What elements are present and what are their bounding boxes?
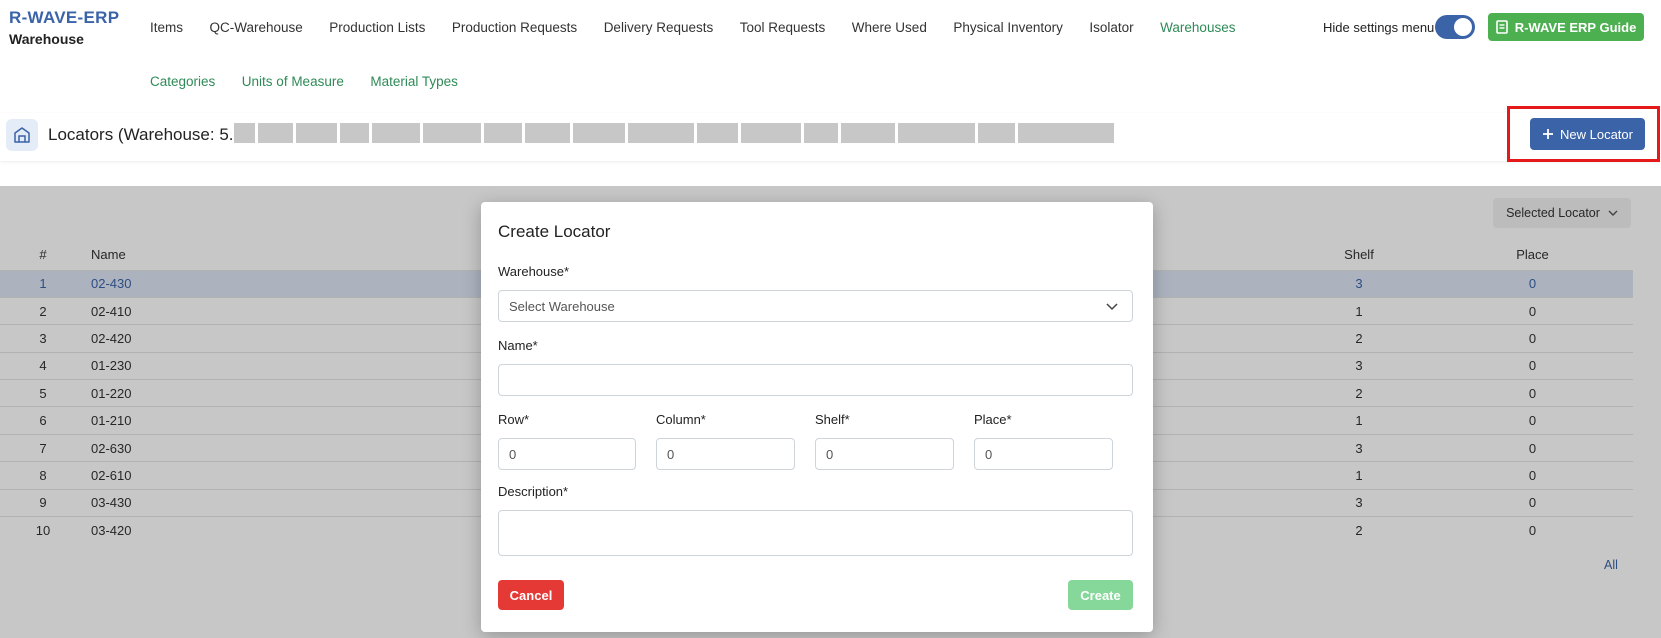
redacted-warehouse-name (234, 123, 1114, 143)
description-textarea[interactable] (498, 510, 1133, 556)
toggle-knob (1454, 18, 1472, 36)
new-locator-button[interactable]: New Locator (1530, 118, 1645, 150)
nav-warehouses[interactable]: Warehouses (1160, 20, 1235, 35)
create-button[interactable]: Create (1068, 580, 1133, 610)
nav-delivery-requests[interactable]: Delivery Requests (604, 20, 714, 35)
top-navbar: R-WAVE-ERP Warehouse Items QC-Warehouse … (0, 0, 1661, 110)
plus-icon (1543, 129, 1553, 139)
warehouse-icon (6, 119, 38, 151)
nav-physical-inventory[interactable]: Physical Inventory (953, 20, 1063, 35)
nav-production-requests[interactable]: Production Requests (452, 20, 577, 35)
nav-isolator[interactable]: Isolator (1089, 20, 1133, 35)
warehouse-label: Warehouse* (498, 264, 570, 279)
column-input[interactable]: 0 (656, 438, 795, 470)
warehouse-select-value: Select Warehouse (509, 298, 615, 314)
row-input[interactable]: 0 (498, 438, 636, 470)
brand-subtitle: Warehouse (9, 31, 84, 47)
row-label: Row* (498, 412, 530, 427)
modal-title: Create Locator (498, 222, 611, 241)
nav-qc-warehouse[interactable]: QC-Warehouse (210, 20, 303, 35)
brand-title: R-WAVE-ERP (9, 8, 120, 27)
place-label: Place* (974, 412, 1012, 427)
nav-material-types[interactable]: Material Types (370, 74, 458, 89)
name-label: Name* (498, 338, 538, 353)
column-label: Column* (656, 412, 706, 427)
nav-units-of-measure[interactable]: Units of Measure (242, 74, 344, 89)
shelf-input[interactable]: 0 (815, 438, 954, 470)
nav-where-used[interactable]: Where Used (852, 20, 927, 35)
nav-tool-requests[interactable]: Tool Requests (740, 20, 826, 35)
name-input[interactable] (498, 364, 1133, 396)
nav-items[interactable]: Items (150, 20, 183, 35)
row-input-value: 0 (509, 446, 517, 462)
place-input-value: 0 (985, 446, 993, 462)
chevron-down-icon (1106, 303, 1118, 311)
shelf-input-value: 0 (826, 446, 834, 462)
erp-guide-label: R-WAVE ERP Guide (1514, 19, 1637, 35)
page-header: Locators (Warehouse: 5. (0, 113, 1661, 161)
main-nav: Items QC-Warehouse Production Lists Prod… (150, 20, 1262, 35)
nav-production-lists[interactable]: Production Lists (329, 20, 425, 35)
erp-guide-button[interactable]: R-WAVE ERP Guide (1488, 13, 1644, 41)
page-title: Locators (Warehouse: 5. (48, 125, 234, 144)
column-input-value: 0 (667, 446, 675, 462)
hide-settings-label: Hide settings menu (1323, 20, 1435, 35)
cancel-button[interactable]: Cancel (498, 580, 564, 610)
brand[interactable]: R-WAVE-ERP Warehouse (9, 8, 119, 47)
sub-nav: Categories Units of Measure Material Typ… (150, 74, 484, 89)
shelf-label: Shelf* (815, 412, 850, 427)
place-input[interactable]: 0 (974, 438, 1113, 470)
book-icon (1495, 20, 1508, 34)
description-label: Description* (498, 484, 569, 499)
new-locator-label: New Locator (1560, 126, 1633, 142)
hide-settings-toggle[interactable] (1435, 15, 1475, 39)
warehouse-select[interactable]: Select Warehouse (498, 290, 1133, 322)
nav-categories[interactable]: Categories (150, 74, 215, 89)
create-locator-modal: Create Locator Warehouse* Select Warehou… (481, 202, 1153, 632)
